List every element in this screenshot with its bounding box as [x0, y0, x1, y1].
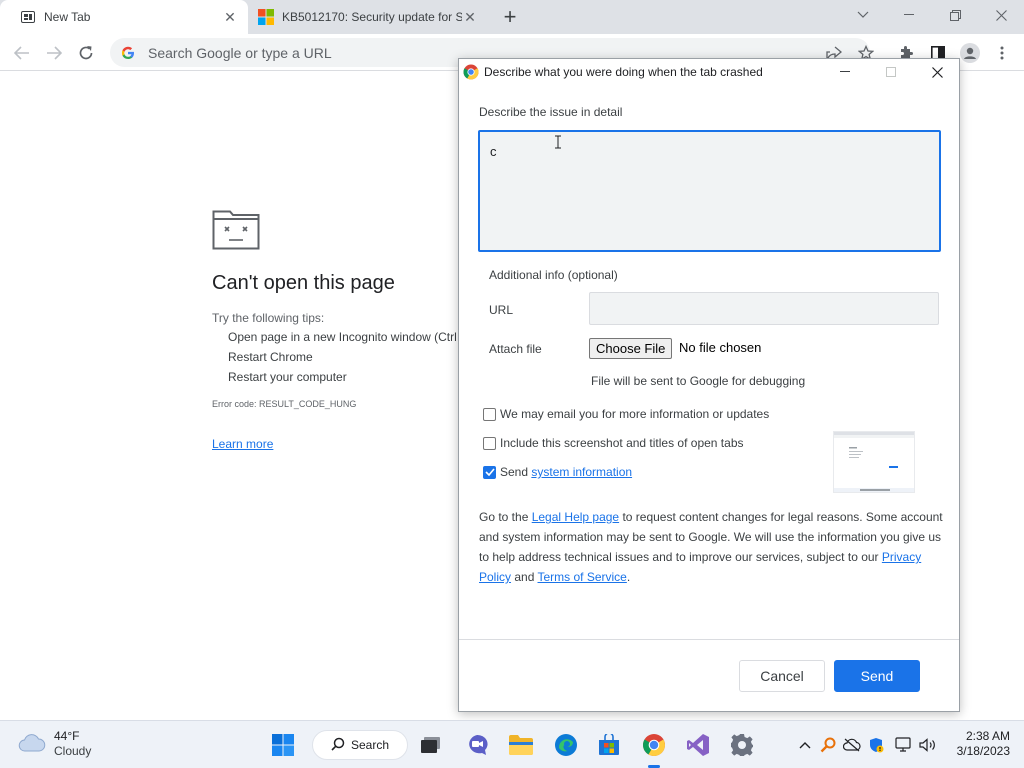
windows-taskbar: 44°F Cloudy Search 2:38 AM 3/18/2023	[0, 720, 1024, 768]
list-item: Restart Chrome	[228, 347, 462, 367]
chrome-taskbar-icon[interactable]	[639, 730, 669, 760]
onedrive-offline-icon[interactable]	[842, 735, 862, 755]
task-view-icon[interactable]	[416, 730, 446, 760]
error-page: Can't open this page Try the following t…	[212, 210, 462, 451]
microsoft-store-icon[interactable]	[594, 730, 624, 760]
sysinfo-prefix: Send	[500, 465, 532, 479]
sad-folder-icon	[212, 210, 260, 250]
network-icon[interactable]	[894, 735, 914, 755]
tab-kb5012170[interactable]: KB5012170: Security update for S ✕	[248, 0, 488, 34]
close-icon[interactable]: ✕	[222, 9, 238, 25]
list-item: Restart your computer	[228, 367, 462, 387]
attach-file-label: Attach file	[489, 342, 542, 356]
choose-file-button[interactable]: Choose File	[589, 338, 673, 359]
email-checkbox[interactable]	[483, 407, 496, 421]
email-option-row[interactable]: We may email you for more information or…	[483, 407, 769, 421]
legal-part3: and	[511, 570, 538, 584]
search-icon	[331, 737, 345, 754]
no-file-chosen-text: No file chosen	[679, 340, 762, 355]
list-item: Open page in a new Incognito window (Ctr…	[228, 327, 462, 347]
kebab-menu-icon[interactable]	[988, 39, 1016, 67]
cancel-button[interactable]: Cancel	[739, 660, 825, 692]
cloud-icon	[18, 733, 46, 756]
tab-search-chevron-icon[interactable]	[840, 0, 886, 30]
terms-of-service-link[interactable]: Terms of Service	[538, 570, 627, 584]
dialog-close-icon[interactable]	[917, 59, 957, 85]
restore-icon[interactable]	[932, 0, 978, 30]
screenshot-option-label: Include this screenshot and titles of op…	[500, 436, 744, 450]
tips-intro: Try the following tips:	[212, 311, 325, 325]
chrome-logo-icon	[463, 64, 479, 80]
tab-title: KB5012170: Security update for S	[282, 10, 462, 24]
page-title: Can't open this page	[212, 272, 395, 294]
dialog-maximize-icon	[871, 59, 911, 85]
omnibox-placeholder: Search Google or type a URL	[148, 44, 332, 61]
clock-date: 3/18/2023	[956, 744, 1010, 758]
close-window-icon[interactable]	[978, 0, 1024, 30]
tab-title: New Tab	[44, 10, 91, 24]
dialog-divider	[459, 639, 959, 640]
file-debug-note: File will be sent to Google for debuggin…	[591, 374, 806, 388]
windows-security-icon[interactable]	[866, 735, 886, 755]
new-tab-favicon-icon	[20, 9, 36, 25]
error-code: Error code: RESULT_CODE_HUNG	[212, 399, 357, 409]
system-clock[interactable]: 2:38 AM 3/18/2023	[952, 729, 1010, 759]
sysinfo-option-row[interactable]: Send system information	[483, 465, 632, 479]
clock-time: 2:38 AM	[965, 729, 1010, 743]
url-label: URL	[489, 303, 514, 317]
legal-help-link[interactable]: Legal Help page	[532, 510, 619, 524]
settings-gear-icon[interactable]	[727, 730, 757, 760]
file-explorer-icon[interactable]	[506, 730, 536, 760]
tips-list: Open page in a new Incognito window (Ctr…	[212, 327, 462, 387]
tab-strip: New Tab ✕ KB5012170: Security update for…	[0, 0, 1024, 34]
dialog-titlebar: Describe what you were doing when the ta…	[459, 59, 959, 85]
microsoft-logo-icon	[258, 9, 274, 25]
taskbar-search[interactable]: Search	[312, 730, 408, 760]
edge-icon[interactable]	[551, 730, 581, 760]
issue-label: Describe the issue in detail	[479, 105, 623, 119]
legal-text: Go to the Legal Help page to request con…	[479, 507, 943, 587]
weather-condition: Cloudy	[54, 744, 92, 758]
url-field[interactable]	[589, 292, 939, 325]
dialog-minimize-icon[interactable]	[825, 59, 865, 85]
close-icon[interactable]: ✕	[462, 9, 478, 25]
volume-icon[interactable]	[918, 735, 938, 755]
back-icon[interactable]	[8, 39, 36, 67]
windows-start-icon[interactable]	[268, 730, 298, 760]
visual-studio-icon[interactable]	[683, 730, 713, 760]
legal-part1: Go to the	[479, 510, 532, 524]
issue-description-textarea[interactable]: c	[478, 130, 941, 252]
new-tab-button[interactable]: +	[498, 4, 522, 29]
reload-icon[interactable]	[72, 39, 100, 67]
sysinfo-checkbox[interactable]	[483, 465, 496, 479]
additional-info-label: Additional info (optional)	[489, 268, 618, 282]
send-button[interactable]: Send	[834, 660, 920, 692]
screenshot-checkbox[interactable]	[483, 436, 496, 450]
screenshot-option-row[interactable]: Include this screenshot and titles of op…	[483, 436, 744, 450]
minimize-icon[interactable]	[886, 0, 932, 30]
text-cursor-icon	[554, 135, 562, 152]
learn-more-link[interactable]: Learn more	[212, 437, 273, 451]
weather-widget[interactable]: 44°F Cloudy	[18, 729, 91, 759]
tab-new-tab[interactable]: New Tab ✕	[0, 0, 248, 34]
dialog-title: Describe what you were doing when the ta…	[484, 65, 763, 79]
screenshot-thumbnail[interactable]	[833, 431, 915, 493]
legal-part4: .	[626, 570, 631, 584]
system-information-link[interactable]: system information	[531, 465, 632, 479]
search-label: Search	[351, 738, 390, 752]
teams-chat-icon[interactable]	[462, 730, 492, 760]
google-g-icon	[120, 45, 136, 61]
forward-icon[interactable]	[40, 39, 68, 67]
tray-chevron-up-icon[interactable]	[795, 735, 815, 755]
email-option-label: We may email you for more information or…	[500, 407, 770, 421]
magnifier-tray-icon[interactable]	[818, 735, 838, 755]
weather-temp: 44°F	[54, 729, 80, 743]
feedback-dialog: Describe what you were doing when the ta…	[458, 58, 960, 712]
profile-avatar-icon[interactable]	[956, 39, 984, 67]
